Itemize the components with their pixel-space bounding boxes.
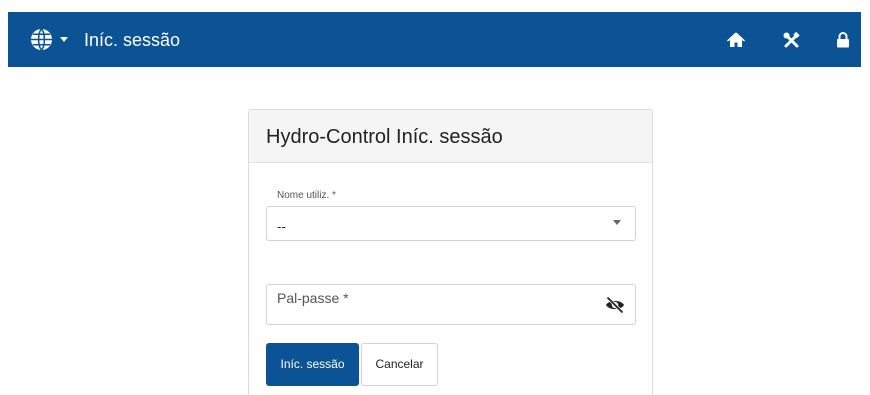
username-select[interactable]: --: [266, 206, 636, 241]
cancel-button[interactable]: Cancelar: [361, 343, 438, 386]
top-navbar: Iníc. sessão: [8, 12, 861, 67]
tools-icon[interactable]: [782, 31, 800, 49]
chevron-down-icon: [613, 220, 621, 225]
page: Iníc. sessão Hydro-Control Iníc. sessão …: [0, 0, 870, 395]
password-placeholder: Pal-passe *: [277, 290, 349, 306]
lock-icon[interactable]: [834, 31, 852, 49]
chevron-down-icon: [60, 37, 68, 42]
login-title: Hydro-Control Iníc. sessão: [249, 110, 652, 163]
username-value: --: [277, 219, 286, 234]
page-title: Iníc. sessão: [84, 30, 181, 50]
login-card: Hydro-Control Iníc. sessão Nome utiliz. …: [248, 109, 653, 395]
password-field[interactable]: Pal-passe *: [266, 284, 636, 325]
eye-slash-icon[interactable]: [605, 296, 625, 314]
username-label: Nome utiliz. *: [277, 190, 336, 201]
globe-icon: [30, 28, 53, 51]
language-menu-button[interactable]: [30, 27, 68, 52]
login-button[interactable]: Iníc. sessão: [266, 343, 359, 386]
home-icon[interactable]: [727, 31, 745, 49]
